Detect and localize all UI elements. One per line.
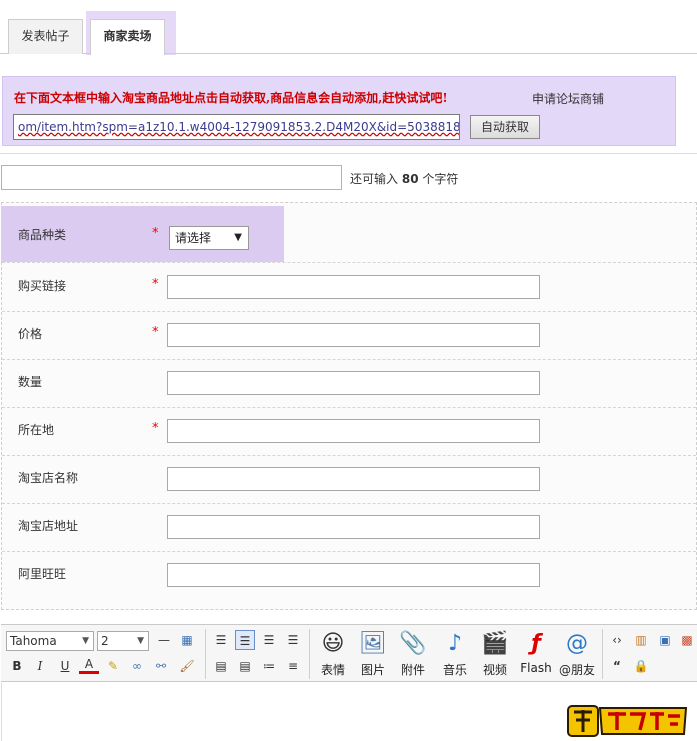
align-center-icon[interactable]: ☰ [259, 630, 279, 650]
italic-icon[interactable]: I [30, 656, 50, 676]
hide-content-icon[interactable]: ▩ [677, 630, 697, 650]
row-divider [2, 262, 696, 263]
toolbar-separator [309, 629, 310, 679]
buy-link-label: 购买链接 [18, 279, 67, 293]
price-input[interactable] [167, 323, 540, 347]
clear-format-brush-icon[interactable]: 🖌 [177, 656, 197, 676]
attachment-button[interactable]: 📎 附件 [393, 629, 433, 681]
shop-name-input[interactable] [167, 467, 540, 491]
category-label: 商品种类 [18, 228, 67, 242]
highlight-pen-icon[interactable]: ✎ [103, 656, 123, 676]
tab-merchant-market[interactable]: 商家卖场 [90, 19, 165, 55]
music-button[interactable]: ♪ 音乐 [435, 629, 475, 681]
horizontal-rule-icon[interactable]: — [154, 630, 174, 650]
import-tip-text: 在下面文本框中输入淘宝商品地址点击自动获取,商品信息会自动添加,赶快试试吧! [14, 91, 448, 105]
quantity-input[interactable] [167, 371, 540, 395]
row-divider [2, 407, 696, 408]
image-button[interactable]: 🖼 图片 [353, 629, 393, 681]
shop-name-label: 淘宝店名称 [18, 471, 79, 485]
category-select[interactable]: 请选择 ▼ [169, 226, 249, 250]
chevron-down-icon: ▼ [234, 232, 242, 243]
editor-toolbar: Tahoma ▼ 2 ▼ — ▦ B I U A ✎ ∞ ⚯ 🖌 ☰ ☰ ☰ ☰ ▤… [1, 624, 697, 682]
film-icon: 🎬 [481, 631, 509, 656]
site-logo [567, 705, 688, 737]
free-content-icon[interactable]: ▥ [631, 630, 651, 650]
taobao-url-input[interactable]: om/item.htm?spm=a1z10.1.w4004-1279091853… [13, 114, 460, 140]
at-sign-icon: @ [566, 631, 588, 656]
required-mark: * [152, 226, 159, 241]
aliwangwang-label: 阿里旺旺 [18, 567, 67, 581]
toolbar-separator [205, 629, 206, 679]
buy-link-input[interactable] [167, 275, 540, 299]
underline-icon[interactable]: U [55, 656, 75, 676]
image-icon: 🖼 [359, 631, 387, 656]
product-form [1, 202, 697, 610]
char-remaining-count: 80 [401, 172, 419, 186]
price-label: 价格 [18, 327, 43, 341]
shop-url-label: 淘宝店地址 [18, 519, 79, 533]
shop-url-input[interactable] [167, 515, 540, 539]
toolbar-separator [602, 629, 603, 679]
align-right-icon[interactable]: ☰ [283, 630, 303, 650]
video-button[interactable]: 🎬 视频 [475, 629, 515, 681]
float-left-icon[interactable]: ▤ [211, 656, 231, 676]
required-mark: * [152, 325, 159, 340]
location-label: 所在地 [18, 423, 55, 437]
tab-bar: 发表帖子 商家卖场 [0, 0, 697, 55]
table-icon[interactable]: ▦ [177, 630, 197, 650]
location-input[interactable] [167, 419, 540, 443]
flash-button[interactable]: ƒ Flash [516, 629, 556, 681]
link-icon[interactable]: ∞ [127, 656, 147, 676]
row-divider [2, 455, 696, 456]
align-justify-icon[interactable]: ☰ [235, 630, 255, 650]
aliwangwang-input[interactable] [167, 563, 540, 587]
tab-post-thread[interactable]: 发表帖子 [8, 19, 83, 54]
row-divider [2, 551, 696, 552]
chevron-down-icon: ▼ [137, 636, 144, 646]
required-mark: * [152, 277, 159, 292]
divider [0, 153, 697, 154]
taobao-import-panel: 在下面文本框中输入淘宝商品地址点击自动获取,商品信息会自动添加,赶快试试吧! 申… [2, 76, 676, 146]
required-mark: * [152, 421, 159, 436]
unordered-list-icon[interactable]: ≡ [283, 656, 303, 676]
music-note-icon: ♪ [447, 631, 463, 656]
row-divider [2, 311, 696, 312]
mention-friend-button[interactable]: @ @朋友 [557, 629, 597, 681]
lock-icon[interactable]: 🔒 [631, 656, 651, 676]
unlink-icon[interactable]: ⚯ [151, 656, 171, 676]
align-left-icon[interactable]: ☰ [211, 630, 231, 650]
ordered-list-icon[interactable]: ≔ [259, 656, 279, 676]
bold-icon[interactable]: B [7, 656, 27, 676]
row-divider [2, 503, 696, 504]
page-break-icon[interactable]: ▣ [655, 630, 675, 650]
paperclip-icon: 📎 [399, 631, 427, 656]
char-remaining: 还可输入 80 个字符 [350, 172, 459, 186]
flash-icon: ƒ [531, 631, 541, 656]
subject-input[interactable] [1, 165, 342, 190]
apply-shop-link[interactable]: 申请论坛商铺 [532, 90, 604, 107]
font-size-select[interactable]: 2 ▼ [97, 631, 149, 651]
emoticon-button[interactable]: 😃 表情 [313, 629, 353, 681]
float-right-icon[interactable]: ▤ [235, 656, 255, 676]
smiley-icon: 😃 [321, 631, 345, 656]
quote-icon[interactable]: “ [607, 656, 627, 676]
row-divider [2, 359, 696, 360]
quantity-label: 数量 [18, 375, 43, 389]
auto-fetch-button[interactable]: 自动获取 [470, 115, 540, 139]
font-color-icon[interactable]: A [79, 656, 99, 674]
code-icon[interactable]: ‹› [607, 630, 627, 650]
font-family-select[interactable]: Tahoma ▼ [6, 631, 94, 651]
chevron-down-icon: ▼ [82, 636, 89, 646]
